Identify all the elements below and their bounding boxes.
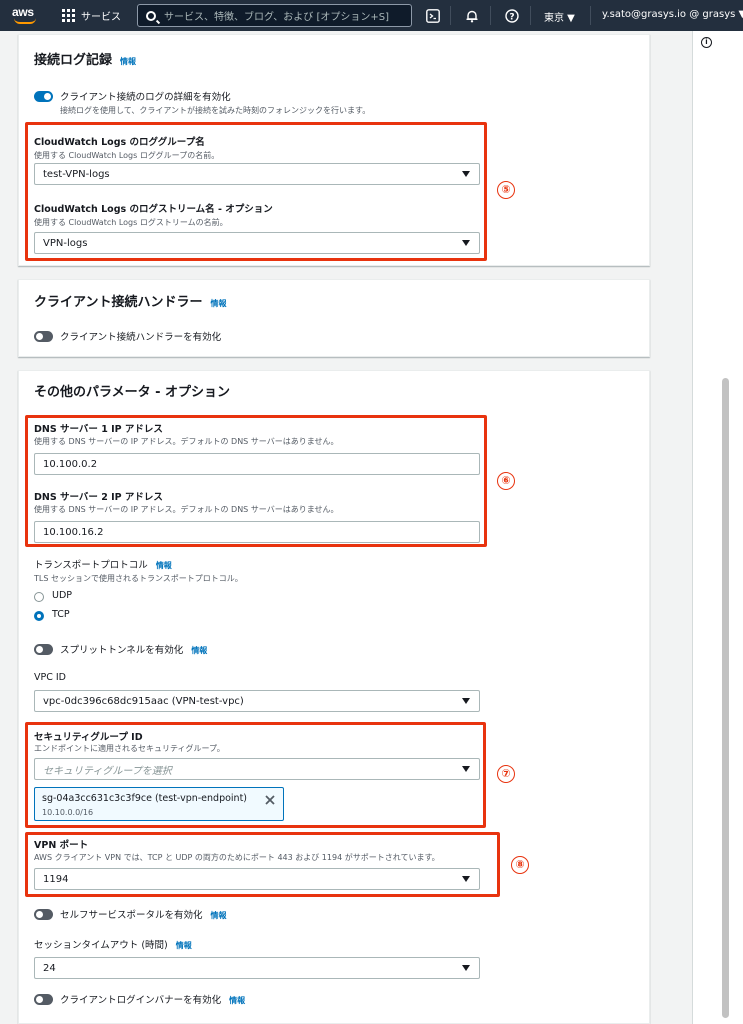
tcp-label: TCP [52, 609, 70, 620]
info-link[interactable]: 情報 [229, 995, 245, 1006]
annotation-box-5 [25, 122, 487, 261]
split-tunnel-header: スプリットトンネルを有効化 情報 [60, 642, 207, 656]
aws-logo[interactable]: aws [12, 5, 40, 25]
cloudshell-icon[interactable] [425, 8, 440, 23]
login-banner-toggle[interactable] [34, 994, 53, 1005]
toggle-label: クライアントログインバナーを有効化 [60, 995, 222, 1006]
transport-description: TLS セッションで使用されるトランスポートプロトコル。 [34, 574, 243, 583]
svg-text:?: ? [509, 12, 514, 22]
toggle-label: セルフサービスポータルを有効化 [60, 910, 203, 921]
udp-radio[interactable] [34, 592, 44, 602]
section-title: クライアント接続ハンドラー [34, 295, 203, 310]
help-side-panel: i [692, 31, 743, 1024]
connection-handler-panel: クライアント接続ハンドラー 情報 クライアント接続ハンドラーを有効化 [18, 279, 650, 357]
region-selector[interactable]: 東京 ▼ [544, 9, 575, 24]
log-details-toggle[interactable] [34, 91, 53, 102]
annotation-box-6 [25, 415, 487, 547]
vpc-label: VPC ID [34, 672, 66, 683]
annotation-number-8: ⑧ [511, 856, 529, 874]
section-title: 接続ログ記録 [34, 53, 113, 68]
annotation-number-5: ⑤ [497, 181, 515, 199]
timeout-value: 24 [43, 962, 56, 974]
grid-icon [62, 9, 75, 22]
nav-divider [590, 6, 591, 25]
timeout-select[interactable]: 24 [34, 957, 480, 979]
services-menu-button[interactable]: サービス [62, 8, 121, 23]
udp-label: UDP [52, 590, 72, 601]
account-menu[interactable]: y.sato@grasys.io @ grasys ▼ [602, 9, 743, 20]
annotation-number-6: ⑥ [497, 472, 515, 490]
annotation-box-7 [25, 722, 486, 828]
self-service-header: セルフサービスポータルを有効化 情報 [60, 907, 227, 921]
nav-divider [530, 6, 531, 25]
bell-icon[interactable] [464, 8, 479, 23]
search-placeholder: サービス、特徴、ブログ、および [オプション+S] [164, 12, 390, 23]
info-link[interactable]: 情報 [210, 298, 226, 309]
vpc-value: vpc-0dc396c68dc915aac (VPN-test-vpc) [43, 695, 244, 707]
annotation-number-7: ⑦ [497, 765, 515, 783]
info-link[interactable]: 情報 [211, 910, 227, 921]
handler-toggle[interactable] [34, 331, 53, 342]
vpc-select[interactable]: vpc-0dc396c68dc915aac (VPN-test-vpc) [34, 690, 480, 712]
transport-label: トランスポートプロトコル [34, 560, 148, 571]
info-icon[interactable]: i [701, 37, 712, 48]
section-title: その他のパラメータ - オプション [34, 385, 231, 400]
annotation-box-8 [25, 832, 500, 897]
toggle-label: スプリットトンネルを有効化 [60, 645, 184, 656]
services-label: サービス [81, 12, 121, 23]
nav-divider [450, 6, 451, 25]
top-navigation-bar: aws サービス サービス、特徴、ブログ、および [オプション+S] ? 東京 … [0, 0, 743, 31]
toggle-label: クライアント接続ハンドラーを有効化 [60, 332, 222, 343]
timeout-label: セッションタイムアウト (時間) [34, 940, 168, 951]
aws-smile-icon [14, 18, 36, 24]
tcp-radio[interactable] [34, 611, 44, 621]
scrollbar-thumb[interactable] [722, 378, 729, 1018]
info-link[interactable]: 情報 [191, 645, 207, 656]
caret-down-icon [462, 965, 470, 971]
caret-down-icon [462, 698, 470, 704]
login-banner-header: クライアントログインバナーを有効化 情報 [60, 992, 245, 1006]
timeout-header: セッションタイムアウト (時間) 情報 [34, 937, 192, 951]
search-icon [146, 10, 156, 21]
self-service-toggle[interactable] [34, 909, 53, 920]
toggle-label: クライアント接続のログの詳細を有効化 [60, 92, 231, 103]
toggle-description: 接続ログを使用して、クライアントが接続を試みた時刻のフォレンジックを行います。 [60, 106, 371, 115]
search-input[interactable]: サービス、特徴、ブログ、および [オプション+S] [137, 4, 412, 27]
transport-header: トランスポートプロトコル 情報 [34, 557, 172, 571]
info-link[interactable]: 情報 [156, 560, 172, 571]
aws-logo-text: aws [12, 5, 34, 19]
info-link[interactable]: 情報 [120, 56, 136, 67]
nav-divider [490, 6, 491, 25]
help-icon[interactable]: ? [504, 8, 519, 23]
split-tunnel-toggle[interactable] [34, 644, 53, 655]
info-link[interactable]: 情報 [176, 940, 192, 951]
